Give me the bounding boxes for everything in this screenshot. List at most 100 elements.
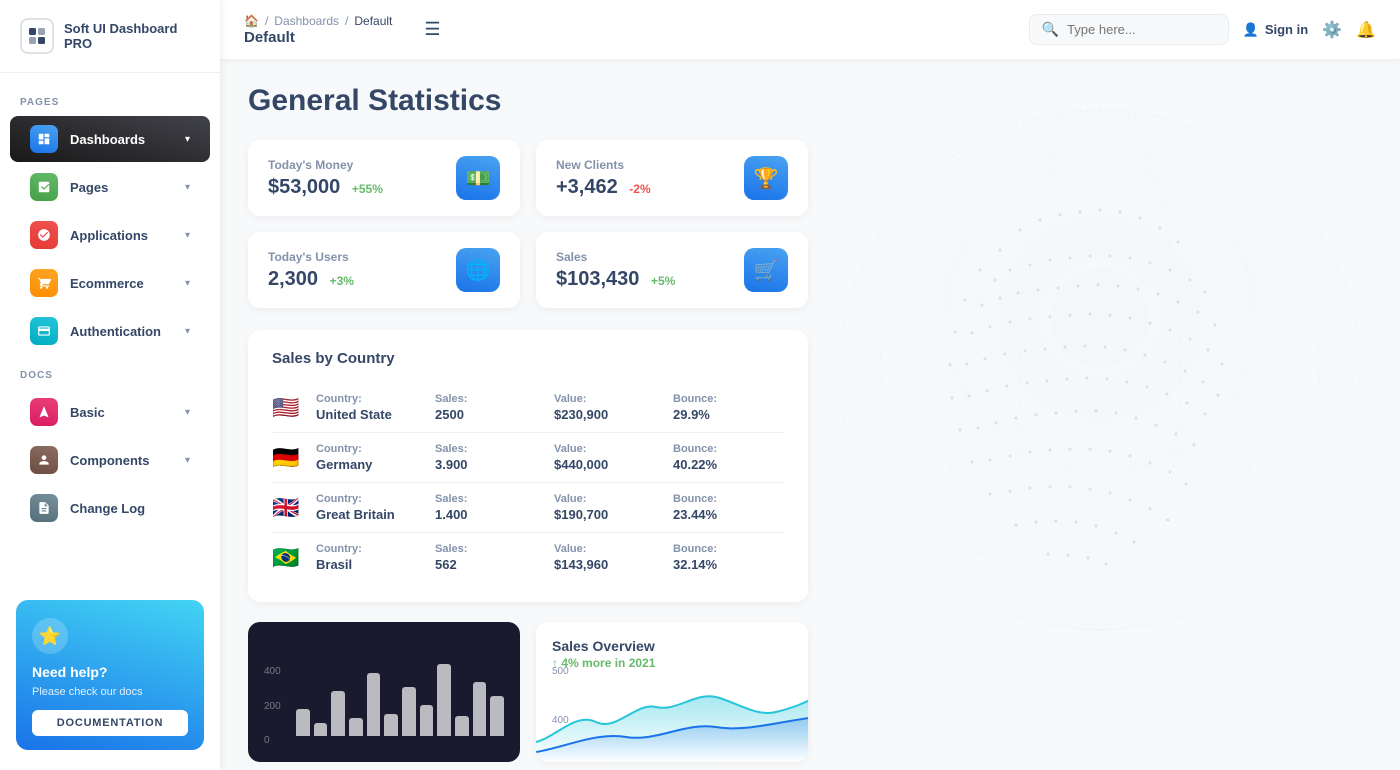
sales-value: $103,430 bbox=[556, 268, 639, 290]
flag-de: 🇩🇪 bbox=[272, 445, 308, 471]
bar-9 bbox=[437, 664, 451, 736]
pages-icon bbox=[30, 173, 58, 201]
sidebar-item-basic[interactable]: Basic ▾ bbox=[10, 389, 210, 435]
changelog-icon bbox=[30, 494, 58, 522]
hamburger-icon[interactable]: ☰ bbox=[424, 19, 440, 40]
content-area: General Statistics Today's Money $53,000… bbox=[220, 60, 1400, 770]
table-row: 🇩🇪 Country: Germany Sales: 3.900 Value: … bbox=[272, 433, 784, 483]
sales-us: Sales: 2500 bbox=[435, 393, 546, 422]
bar-chart-card: 400 200 0 bbox=[248, 622, 520, 762]
sales-by-country-card: Sales by Country 🇺🇸 Country: United Stat… bbox=[248, 330, 808, 602]
sidebar-item-applications[interactable]: Applications ▾ bbox=[10, 212, 210, 258]
bar-4 bbox=[349, 718, 363, 736]
sales-gb: Sales: 1.400 bbox=[435, 493, 546, 522]
sidebar-item-components-label: Components bbox=[70, 453, 173, 468]
users-icon: 🌐 bbox=[456, 248, 500, 292]
page-title-topbar: Default bbox=[244, 29, 392, 46]
stat-card-users: Today's Users 2,300 +3% 🌐 bbox=[248, 232, 520, 308]
bar-chart bbox=[296, 646, 504, 736]
main-content: 🏠 / Dashboards / Default Default ☰ 🔍 👤 S… bbox=[220, 0, 1400, 770]
money-value: $53,000 bbox=[268, 176, 340, 198]
country-de: Country: Germany bbox=[316, 443, 427, 472]
sales-icon: 🛒 bbox=[744, 248, 788, 292]
basic-chevron-icon: ▾ bbox=[185, 407, 190, 418]
documentation-button[interactable]: DOCUMENTATION bbox=[32, 710, 188, 736]
signin-label: Sign in bbox=[1265, 22, 1308, 37]
sales-overview-subtitle: ↑ 4% more in 2021 bbox=[552, 656, 792, 670]
signin-button[interactable]: 👤 Sign in bbox=[1243, 22, 1309, 38]
value-br: Value: $143,960 bbox=[554, 543, 665, 572]
pages-section-label: PAGES bbox=[0, 83, 220, 114]
search-input[interactable] bbox=[1067, 22, 1216, 37]
sidebar-nav: PAGES Dashboards ▾ Pages ▾ Applications … bbox=[0, 73, 220, 590]
money-icon: 💵 bbox=[456, 156, 500, 200]
y-label-200: 200 bbox=[264, 701, 281, 712]
sidebar-item-authentication[interactable]: Authentication ▾ bbox=[10, 308, 210, 354]
sidebar: Soft UI Dashboard PRO PAGES Dashboards ▾… bbox=[0, 0, 220, 770]
topbar: 🏠 / Dashboards / Default Default ☰ 🔍 👤 S… bbox=[220, 0, 1400, 60]
bar-1 bbox=[296, 709, 310, 736]
applications-chevron-icon: ▾ bbox=[185, 230, 190, 241]
stat-card-clients-value: +3,462 -2% bbox=[556, 176, 651, 199]
globe-decoration bbox=[800, 60, 1400, 700]
user-icon: 👤 bbox=[1243, 22, 1259, 38]
value-gb: Value: $190,700 bbox=[554, 493, 665, 522]
sidebar-item-pages-label: Pages bbox=[70, 180, 173, 195]
bar-2 bbox=[314, 723, 328, 737]
clients-icon: 🏆 bbox=[744, 156, 788, 200]
help-card-subtitle: Please check our docs bbox=[32, 686, 143, 698]
components-chevron-icon: ▾ bbox=[185, 455, 190, 466]
stat-card-clients-label: New Clients bbox=[556, 158, 651, 172]
bounce-de: Bounce: 40.22% bbox=[673, 443, 784, 472]
sidebar-item-components[interactable]: Components ▾ bbox=[10, 437, 210, 483]
breadcrumb-sep2: / bbox=[345, 14, 348, 28]
y-label-0: 0 bbox=[264, 735, 281, 746]
bottom-charts-row: 400 200 0 bbox=[248, 622, 808, 762]
breadcrumb-sep1: / bbox=[265, 14, 268, 28]
stat-card-money-value: $53,000 +55% bbox=[268, 176, 383, 199]
country-gb: Country: Great Britain bbox=[316, 493, 427, 522]
sidebar-item-dashboards[interactable]: Dashboards ▾ bbox=[10, 116, 210, 162]
y-labels: 400 200 0 bbox=[264, 666, 281, 746]
table-row: 🇺🇸 Country: United State Sales: 2500 Val… bbox=[272, 383, 784, 433]
sidebar-item-dashboards-label: Dashboards bbox=[70, 132, 173, 147]
sidebar-item-authentication-label: Authentication bbox=[70, 324, 173, 339]
stat-card-sales-info: Sales $103,430 +5% bbox=[556, 250, 675, 291]
stat-cards-row: Today's Money $53,000 +55% 💵 New Clients… bbox=[248, 140, 808, 308]
stat-card-money: Today's Money $53,000 +55% 💵 bbox=[248, 140, 520, 216]
sales-badge: +5% bbox=[651, 274, 675, 288]
topbar-left: 🏠 / Dashboards / Default Default bbox=[244, 14, 392, 46]
value-us: Value: $230,900 bbox=[554, 393, 665, 422]
flag-br: 🇧🇷 bbox=[272, 545, 308, 571]
help-star-icon: ⭐ bbox=[32, 618, 68, 654]
stat-card-users-value: 2,300 +3% bbox=[268, 268, 354, 291]
ecommerce-icon bbox=[30, 269, 58, 297]
authentication-icon bbox=[30, 317, 58, 345]
y-label-400: 400 bbox=[264, 666, 281, 677]
stat-card-sales-label: Sales bbox=[556, 250, 675, 264]
sidebar-item-ecommerce[interactable]: Ecommerce ▾ bbox=[10, 260, 210, 306]
sidebar-logo: Soft UI Dashboard PRO bbox=[0, 0, 220, 73]
search-icon: 🔍 bbox=[1042, 21, 1059, 38]
value-de: Value: $440,000 bbox=[554, 443, 665, 472]
page-title: General Statistics bbox=[248, 84, 1372, 118]
sidebar-item-changelog[interactable]: Change Log bbox=[10, 485, 210, 531]
settings-icon[interactable]: ⚙️ bbox=[1322, 20, 1342, 40]
notifications-icon[interactable]: 🔔 bbox=[1356, 20, 1376, 40]
country-br: Country: Brasil bbox=[316, 543, 427, 572]
bar-7 bbox=[402, 687, 416, 737]
line-chart-svg bbox=[536, 672, 808, 762]
stat-card-sales: Sales $103,430 +5% 🛒 bbox=[536, 232, 808, 308]
sidebar-item-pages[interactable]: Pages ▾ bbox=[10, 164, 210, 210]
flag-gb: 🇬🇧 bbox=[272, 495, 308, 521]
bounce-br: Bounce: 32.14% bbox=[673, 543, 784, 572]
country-us: Country: United State bbox=[316, 393, 427, 422]
stat-card-clients-info: New Clients +3,462 -2% bbox=[556, 158, 651, 199]
users-badge: +3% bbox=[330, 274, 354, 288]
stat-card-users-label: Today's Users bbox=[268, 250, 354, 264]
bar-6 bbox=[384, 714, 398, 737]
stat-card-money-label: Today's Money bbox=[268, 158, 383, 172]
help-card: ⭐ Need help? Please check our docs DOCUM… bbox=[16, 600, 204, 750]
logo-icon bbox=[20, 18, 54, 54]
sales-overview-card: Sales Overview ↑ 4% more in 2021 500 400 bbox=[536, 622, 808, 762]
